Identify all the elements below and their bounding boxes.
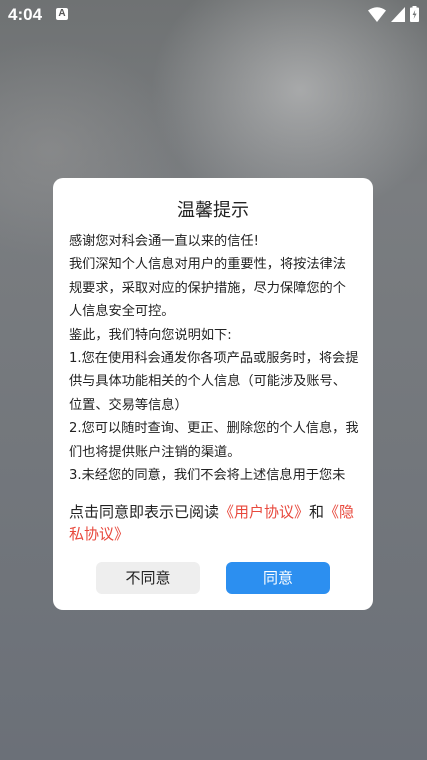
agreement-prefix: 点击同意即表示已阅读 (69, 503, 220, 521)
body-paragraph: 鉴此，我们特向您说明如下: (69, 327, 232, 343)
privacy-dialog: 温馨提示 感谢您对科会通一直以来的信任! 我们深知个人信息对用户的重要性，将按法… (53, 178, 373, 610)
dialog-title: 温馨提示 (177, 200, 249, 221)
user-agreement-link[interactable]: 《用户协议》 (219, 503, 309, 521)
body-paragraph: 感谢您对科会通一直以来的信任! (69, 234, 259, 249)
battery-icon (410, 6, 419, 22)
notification-app-icon: A (56, 8, 68, 20)
app-screen: 4:04 A 温馨提示 感谢您对科会通一直以来的信任! 我们深知个人信息对用户的… (0, 0, 427, 760)
wifi-icon (368, 6, 386, 22)
disagree-button[interactable]: 不同意 (96, 562, 200, 594)
agreement-conjunction: 和 (309, 503, 325, 521)
status-indicators (368, 6, 419, 22)
body-paragraph: 1.您在使用科会通发你各项产品或服务时，将会提供与具体功能相关的个人信息（可能涉… (69, 351, 359, 413)
body-paragraph: 2.您可以随时查询、更正、删除您的个人信息，我们也将提供账户注销的渠道。 (69, 421, 359, 460)
dialog-body-scroll[interactable]: 感谢您对科会通一直以来的信任! 我们深知个人信息对用户的重要性，将按法律法规要求… (69, 230, 359, 486)
agree-button[interactable]: 同意 (226, 562, 330, 594)
status-time: 4:04 (8, 5, 43, 24)
status-bar: 4:04 A (0, 0, 427, 30)
body-paragraph: 我们深知个人信息对用户的重要性，将按法律法规要求，采取对应的保护措施，尽力保障您… (69, 257, 346, 320)
agreement-notice: 点击同意即表示已阅读《用户协议》和《隐私协议》 (69, 501, 361, 545)
cell-signal-icon (391, 6, 405, 22)
body-paragraph: 3.未经您的同意，我们不会将上述信息用于您未 (69, 468, 346, 484)
